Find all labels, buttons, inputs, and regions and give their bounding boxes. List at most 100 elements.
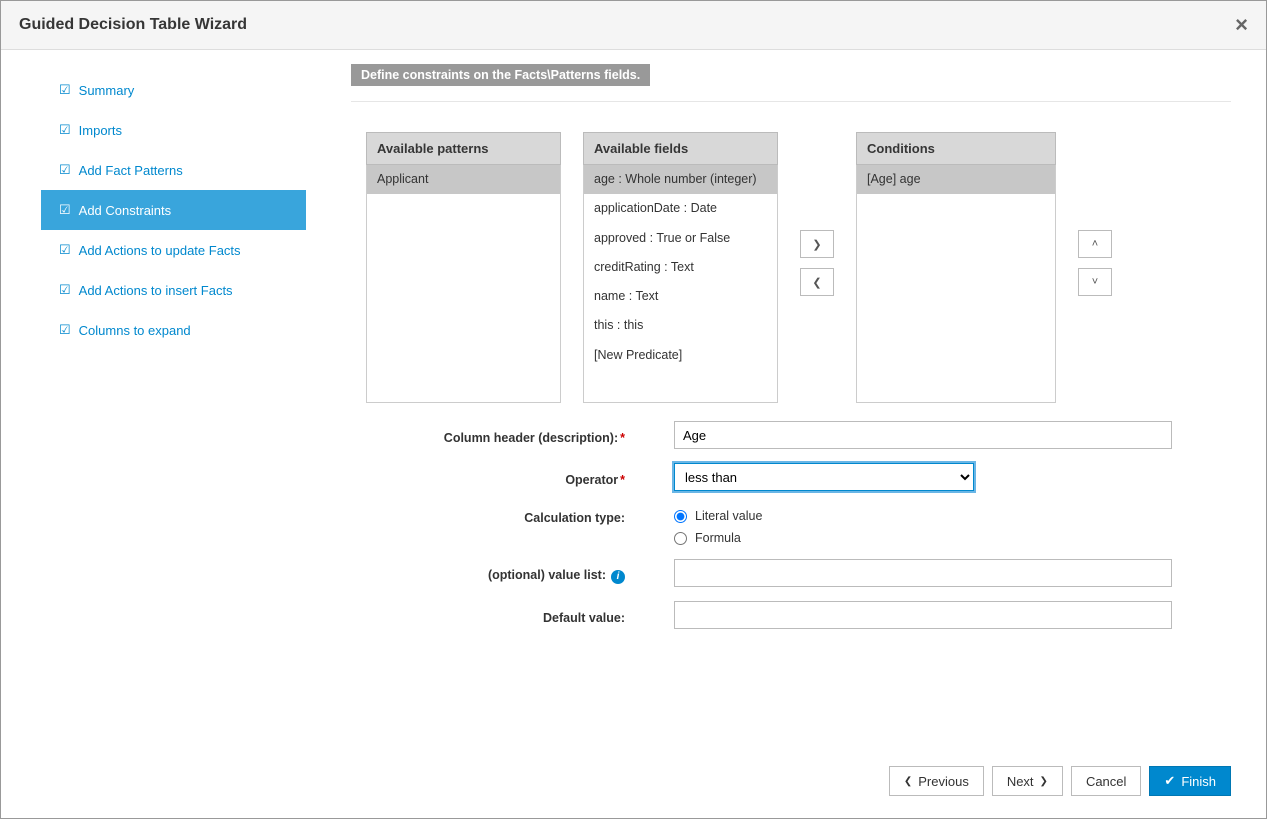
operator-select[interactable]: less than xyxy=(674,463,974,491)
sidebar-item-add-actions-insert[interactable]: ☑ Add Actions to insert Facts xyxy=(41,270,306,310)
check-icon: ☑ xyxy=(59,282,71,298)
panel-body[interactable]: [Age] age xyxy=(856,165,1056,403)
move-down-button[interactable]: ˅ xyxy=(1078,268,1112,296)
label-text: Operator xyxy=(565,473,618,487)
chevron-right-icon: ❯ xyxy=(812,238,821,251)
sidebar-item-label: Columns to expand xyxy=(79,323,191,338)
chevron-up-icon: ˄ xyxy=(1092,238,1098,250)
field-item[interactable]: name : Text xyxy=(584,282,777,311)
cancel-button[interactable]: Cancel xyxy=(1071,766,1141,796)
label-text: (optional) value list: xyxy=(488,568,606,582)
check-icon: ☑ xyxy=(59,322,71,338)
radio-formula[interactable]: Formula xyxy=(674,531,1172,545)
sidebar-item-add-actions-update[interactable]: ☑ Add Actions to update Facts xyxy=(41,230,306,270)
sidebar-item-imports[interactable]: ☑ Imports xyxy=(41,110,306,150)
divider xyxy=(351,101,1231,102)
form-row-operator: Operator* less than xyxy=(351,463,1231,491)
radio-label: Formula xyxy=(695,531,741,545)
form-label: (optional) value list: i xyxy=(351,562,631,584)
radio-stack: Literal value Formula xyxy=(674,505,1172,545)
check-icon: ☑ xyxy=(59,202,71,218)
check-icon: ☑ xyxy=(59,82,71,98)
check-icon: ☑ xyxy=(59,162,71,178)
panel-body[interactable]: Applicant xyxy=(366,165,561,403)
info-icon[interactable]: i xyxy=(611,570,625,584)
radio-input[interactable] xyxy=(674,510,687,523)
field-item[interactable]: this : this xyxy=(584,311,777,340)
check-icon: ☑ xyxy=(59,122,71,138)
panel-header: Conditions xyxy=(856,132,1056,165)
form-row-value-list: (optional) value list: i xyxy=(351,559,1231,587)
wizard-main: Define constraints on the Facts\Patterns… xyxy=(306,50,1266,761)
modal-title: Guided Decision Table Wizard xyxy=(19,16,247,34)
form-label: Operator* xyxy=(351,467,631,487)
field-move-buttons: ❯ ❮ xyxy=(800,230,834,296)
panel-conditions: Conditions [Age] age xyxy=(856,132,1056,403)
wizard-modal: Guided Decision Table Wizard × ☑ Summary… xyxy=(0,0,1267,819)
chevron-left-icon: ❮ xyxy=(812,276,821,289)
column-header-input[interactable] xyxy=(674,421,1172,449)
next-button[interactable]: Next ❯ xyxy=(992,766,1063,796)
sidebar-item-add-constraints[interactable]: ☑ Add Constraints xyxy=(41,190,306,230)
move-up-button[interactable]: ˄ xyxy=(1078,230,1112,258)
form-label: Default value: xyxy=(351,605,631,625)
move-right-button[interactable]: ❯ xyxy=(800,230,834,258)
panel-available-fields: Available fields age : Whole number (int… xyxy=(583,132,778,403)
button-label: Next xyxy=(1007,774,1034,789)
modal-footer: ❮ Previous Next ❯ Cancel ✔ Finish xyxy=(854,744,1266,818)
form-row-calc-type: Calculation type: Literal value Formula xyxy=(351,505,1231,545)
field-item[interactable]: creditRating : Text xyxy=(584,253,777,282)
condition-reorder-buttons: ˄ ˅ xyxy=(1078,230,1112,296)
sidebar-item-label: Add Constraints xyxy=(79,203,172,218)
field-item[interactable]: applicationDate : Date xyxy=(584,194,777,223)
form-row-default-value: Default value: xyxy=(351,601,1231,629)
sidebar-item-columns-expand[interactable]: ☑ Columns to expand xyxy=(41,310,306,350)
sidebar-item-label: Add Fact Patterns xyxy=(79,163,183,178)
chevron-down-icon: ˅ xyxy=(1092,276,1098,288)
form-field xyxy=(674,559,1172,587)
form-row-column-header: Column header (description):* xyxy=(351,421,1231,449)
form-field: Literal value Formula xyxy=(674,505,1172,545)
radio-label: Literal value xyxy=(695,509,762,523)
sidebar-item-label: Add Actions to update Facts xyxy=(79,243,241,258)
previous-button[interactable]: ❮ Previous xyxy=(889,766,984,796)
default-value-input[interactable] xyxy=(674,601,1172,629)
check-icon: ☑ xyxy=(59,242,71,258)
button-label: Previous xyxy=(918,774,969,789)
chevron-left-icon: ❮ xyxy=(904,776,912,787)
sidebar-item-add-fact-patterns[interactable]: ☑ Add Fact Patterns xyxy=(41,150,306,190)
wizard-sidebar: ☑ Summary ☑ Imports ☑ Add Fact Patterns … xyxy=(1,50,306,761)
move-left-button[interactable]: ❮ xyxy=(800,268,834,296)
label-text: Column header (description): xyxy=(444,431,618,445)
radio-literal-value[interactable]: Literal value xyxy=(674,509,1172,523)
button-label: Cancel xyxy=(1086,774,1126,789)
form-field xyxy=(674,421,1172,449)
sidebar-item-summary[interactable]: ☑ Summary xyxy=(41,70,306,110)
step-heading: Define constraints on the Facts\Patterns… xyxy=(351,64,650,86)
check-icon: ✔ xyxy=(1164,773,1175,789)
field-item[interactable]: approved : True or False xyxy=(584,224,777,253)
form-label: Calculation type: xyxy=(351,505,631,525)
close-icon[interactable]: × xyxy=(1235,14,1248,36)
field-item[interactable]: age : Whole number (integer) xyxy=(584,165,777,194)
condition-item[interactable]: [Age] age xyxy=(857,165,1055,194)
panel-header: Available fields xyxy=(583,132,778,165)
form-field: less than xyxy=(674,463,1172,491)
panel-header: Available patterns xyxy=(366,132,561,165)
form-field xyxy=(674,601,1172,629)
chevron-right-icon: ❯ xyxy=(1040,776,1048,787)
panel-available-patterns: Available patterns Applicant xyxy=(366,132,561,403)
sidebar-item-label: Summary xyxy=(79,83,135,98)
value-list-input[interactable] xyxy=(674,559,1172,587)
field-item[interactable]: [New Predicate] xyxy=(584,341,777,370)
pattern-item[interactable]: Applicant xyxy=(367,165,560,194)
sidebar-item-label: Imports xyxy=(79,123,122,138)
modal-header: Guided Decision Table Wizard × xyxy=(1,1,1266,50)
panel-body[interactable]: age : Whole number (integer) application… xyxy=(583,165,778,403)
button-label: Finish xyxy=(1181,774,1216,789)
required-marker: * xyxy=(620,473,625,487)
modal-body: ☑ Summary ☑ Imports ☑ Add Fact Patterns … xyxy=(1,50,1266,761)
radio-input[interactable] xyxy=(674,532,687,545)
finish-button[interactable]: ✔ Finish xyxy=(1149,766,1231,796)
panels-row: Available patterns Applicant Available f… xyxy=(351,132,1231,403)
